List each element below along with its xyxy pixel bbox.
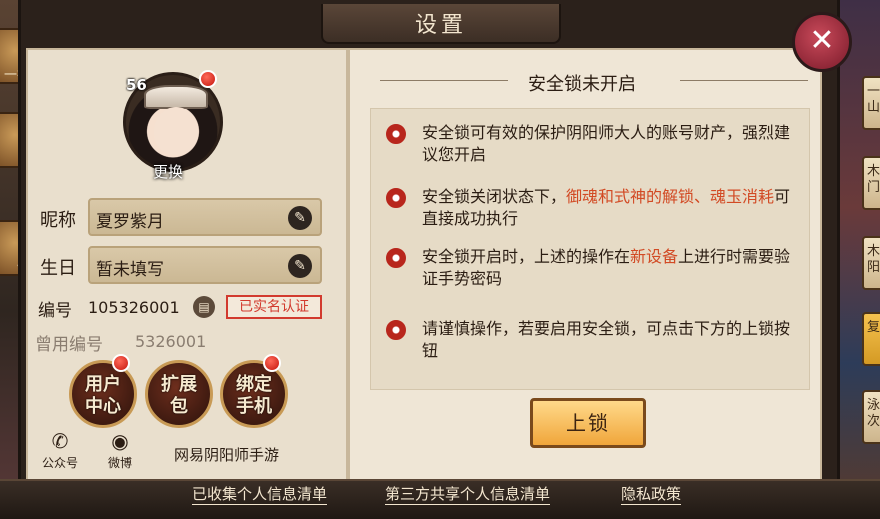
bullet-icon [386, 188, 406, 208]
paragraph-3-text: 安全锁开启时，上述的操作在 [422, 247, 631, 266]
expansion-pack-label: 扩展 包 [161, 374, 197, 417]
bullet-icon [386, 248, 406, 268]
wechat-official-account-button[interactable]: ✆ 公众号 [42, 430, 78, 471]
right-side-label-5: 泳 次 [867, 398, 880, 429]
weibo-label: 微博 [108, 456, 133, 470]
weibo-icon: ◉ [111, 429, 129, 453]
dialog-title: 设置 [414, 13, 467, 38]
right-side-label-4: 复 [867, 320, 880, 335]
paragraph-2-text: 安全锁关闭状态下， [422, 187, 567, 206]
user-center-label: 用户 中心 [85, 374, 121, 417]
avatar-face [154, 107, 198, 155]
birthday-field: 暂未填写 ✎ [88, 246, 322, 284]
change-avatar-button[interactable]: 更换 [153, 161, 183, 182]
edit-birthday-button[interactable]: ✎ [288, 254, 312, 278]
avatar-notification-dot [199, 70, 217, 88]
user-center-button[interactable]: 用户 中心 [69, 360, 137, 428]
old-uid-label: 曾用编号 [35, 335, 103, 355]
paragraph-3-highlight: 新设备 [630, 247, 679, 266]
official-account-label: 公众号 [42, 456, 79, 470]
verified-badge: 已实名认证 [226, 295, 322, 319]
bind-phone-notification-dot [263, 354, 281, 372]
bind-phone-button[interactable]: 绑定 手机 [220, 360, 288, 428]
bullet-icon [386, 124, 406, 144]
right-side-button-3[interactable]: 木 阳 [862, 236, 880, 290]
player-level: 56 [126, 76, 147, 94]
right-side-label-1: 一 山 [867, 84, 880, 115]
copy-icon[interactable]: ▤ [193, 296, 215, 318]
nickname-field: 夏罗紫月 ✎ [88, 198, 322, 236]
right-side-button-2[interactable]: 木 门 [862, 156, 880, 210]
security-paragraph-3: 安全锁开启时，上述的操作在新设备上进行时需要验证手势密码 [422, 246, 794, 290]
lock-button[interactable]: 上锁 [530, 398, 646, 448]
close-button[interactable]: ✕ [792, 12, 852, 72]
right-side-button-5[interactable]: 泳 次 [862, 390, 880, 444]
title-divider-left [380, 80, 508, 81]
right-side-button-4[interactable]: 复 [862, 312, 880, 366]
right-side-button-1[interactable]: 一 山 [862, 76, 880, 130]
title-bar: 设置 [321, 4, 561, 44]
old-uid-value: 5326001 [135, 332, 207, 351]
paragraph-2-highlight: 御魂和式神的解锁、魂玉消耗 [566, 187, 775, 206]
security-paragraph-2: 安全锁关闭状态下，御魂和式神的解锁、魂玉消耗可直接成功执行 [422, 186, 794, 230]
third-party-info-link[interactable]: 第三方共享个人信息清单 [385, 483, 551, 505]
weibo-button[interactable]: ◉ 微博 [108, 430, 132, 471]
user-center-notification-dot [112, 354, 130, 372]
title-divider-right [680, 80, 808, 81]
birthday-value: 暂未填写 [96, 260, 164, 280]
nickname-label: 昵称 [40, 210, 76, 231]
right-side-label-2: 木 门 [867, 164, 880, 195]
uid-value: 105326001 [88, 298, 180, 317]
uid-label: 编号 [38, 301, 72, 321]
security-title: 安全锁未开启 [528, 74, 636, 95]
collected-info-link[interactable]: 已收集个人信息清单 [192, 483, 328, 505]
right-side-label-3: 木 阳 [867, 244, 880, 275]
birthday-label: 生日 [40, 258, 76, 279]
avatar-hat [144, 85, 208, 109]
brand-label: 网易阴阳师手游 [174, 446, 280, 464]
wechat-icon: ✆ [51, 429, 69, 453]
security-paragraph-1: 安全锁可有效的保护阴阳师大人的账号财产，强烈建议您开启 [422, 123, 791, 164]
edit-nickname-button[interactable]: ✎ [288, 206, 312, 230]
bullet-icon [386, 320, 406, 340]
security-paragraph-4: 请谨慎操作，若要启用安全锁，可点击下方的上锁按钮 [422, 319, 791, 360]
bind-phone-label: 绑定 手机 [236, 374, 272, 417]
privacy-policy-link[interactable]: 隐私政策 [621, 483, 682, 505]
expansion-pack-button[interactable]: 扩展 包 [145, 360, 213, 428]
nickname-value: 夏罗紫月 [96, 212, 164, 232]
